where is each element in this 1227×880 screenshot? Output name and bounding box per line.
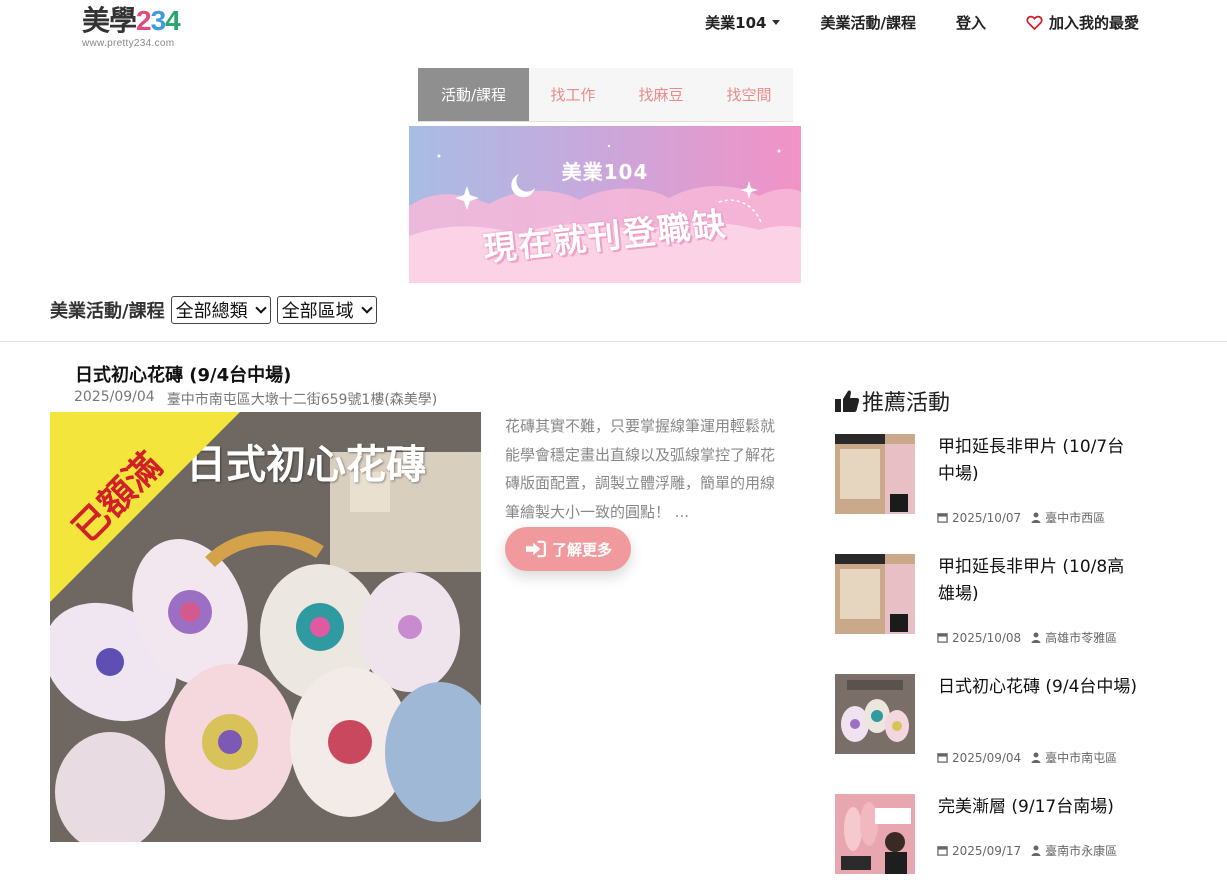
calendar-icon: [937, 846, 948, 856]
recommended-location: 臺南市永康區: [1045, 844, 1118, 858]
tab-spaces[interactable]: 找空間: [705, 68, 793, 121]
recommended-date: 2025/10/08: [952, 630, 1022, 645]
category-select-value: 全部總類: [175, 301, 248, 322]
nav-jobs-dropdown[interactable]: 美業104: [705, 12, 781, 33]
user-icon: [1031, 845, 1041, 856]
nav-login-link[interactable]: 登入: [956, 12, 986, 33]
logo-text-main: 美學: [82, 5, 137, 36]
recommended-item[interactable]: 甲扣延長非甲片 (10/8高雄場) 2025/10/08 高雄市苓雅區: [835, 554, 1165, 645]
logo-url: www.pretty234.com: [82, 38, 175, 49]
tab-models[interactable]: 找麻豆: [617, 68, 705, 121]
filter-bar: 美業活動/課程 全部總類 全部區域: [50, 296, 377, 324]
article-image[interactable]: 日式初心花磚 已額滿: [50, 412, 481, 842]
logo-digit-4: 4: [165, 5, 181, 36]
user-icon: [1031, 632, 1041, 643]
article-description: 花磚其實不難，只要掌握線筆運用輕鬆就能學會穩定畫出直線以及弧線掌控了解花磚版面配…: [505, 417, 776, 521]
recommended-meta: 2025/10/08 高雄市苓雅區: [937, 629, 1117, 646]
chevron-down-icon: [360, 302, 373, 314]
sign-in-arrow-icon: [525, 540, 546, 558]
category-select[interactable]: 全部總類: [170, 296, 271, 324]
article-title[interactable]: 日式初心花磚 (9/4台中場): [75, 361, 291, 387]
article-location: 臺中市南屯區大墩十二街659號1樓(森美學): [166, 392, 438, 408]
recommended-title[interactable]: 甲扣延長非甲片 (10/7台中場): [938, 434, 1138, 488]
sold-out-ribbon: 已額滿: [50, 412, 240, 602]
user-icon: [1031, 752, 1041, 763]
logo-mark: 美學234: [82, 6, 192, 36]
tab-events[interactable]: 活動/課程: [418, 68, 529, 121]
read-more-label: 了解更多: [551, 540, 612, 559]
promo-banner[interactable]: 美業104 現在就刊登職缺: [409, 126, 801, 283]
calendar-icon: [937, 753, 948, 763]
recommended-item[interactable]: 甲扣延長非甲片 (10/7台中場) 2025/10/07 臺中市西區: [835, 434, 1165, 525]
recommended-thumb[interactable]: [835, 434, 915, 514]
calendar-icon: [937, 513, 948, 523]
caret-down-icon: [772, 20, 781, 25]
article-meta: 2025/09/04 臺中市南屯區大墩十二街659號1樓(森美學): [74, 389, 437, 409]
recommended-thumb[interactable]: [835, 554, 915, 634]
region-select-value: 全部區域: [281, 301, 354, 322]
nav-events-label: 美業活動/課程: [820, 14, 916, 32]
recommended-thumb[interactable]: [835, 674, 915, 754]
chevron-down-icon: [254, 302, 267, 314]
nav-favorite-link[interactable]: 加入我的最愛: [1026, 12, 1139, 33]
recommended-meta: 2025/09/04 臺中市南屯區: [937, 749, 1117, 766]
read-more-button[interactable]: 了解更多: [505, 527, 631, 571]
user-icon: [1031, 512, 1041, 523]
heart-icon: [1026, 15, 1043, 30]
recommended-location: 臺中市西區: [1045, 511, 1106, 525]
recommended-title[interactable]: 完美漸層 (9/17台南場): [938, 794, 1138, 821]
recommended-heading: 推薦活動: [834, 385, 950, 417]
recommended-heading-label: 推薦活動: [862, 391, 951, 416]
recommended-date: 2025/09/17: [952, 843, 1022, 858]
nav-login-label: 登入: [955, 14, 986, 32]
article-date: 2025/09/04: [74, 389, 155, 405]
banner-subtitle: 美業104: [561, 160, 649, 184]
recommended-title[interactable]: 日式初心花磚 (9/4台中場): [938, 674, 1138, 701]
recommended-date: 2025/09/04: [952, 750, 1022, 765]
nav-jobs-label: 美業104: [705, 14, 767, 32]
site-logo[interactable]: 美學234 www.pretty234.com: [82, 6, 192, 52]
filter-label: 美業活動/課程: [50, 301, 165, 322]
recommended-thumb[interactable]: [835, 794, 915, 874]
top-nav: 美業104 美業活動/課程 登入 加入我的最愛: [705, 12, 1139, 33]
nav-events-link[interactable]: 美業活動/課程: [820, 12, 915, 33]
recommended-location: 高雄市苓雅區: [1045, 631, 1118, 645]
category-tabs: 活動/課程 找工作 找麻豆 找空間: [418, 68, 793, 122]
logo-digit-2: 2: [136, 5, 152, 36]
calendar-icon: [937, 633, 948, 643]
recommended-date: 2025/10/07: [952, 510, 1022, 525]
recommended-item[interactable]: 日式初心花磚 (9/4台中場) 2025/09/04 臺中市南屯區: [835, 674, 1165, 765]
recommended-meta: 2025/10/07 臺中市西區: [937, 509, 1105, 526]
nav-favorite-label: 加入我的最愛: [1048, 14, 1139, 32]
recommended-meta: 2025/09/17 臺南市永康區: [937, 842, 1117, 859]
section-divider: [0, 341, 1227, 342]
logo-digit-3: 3: [150, 5, 167, 36]
region-select[interactable]: 全部區域: [276, 296, 377, 324]
recommended-title[interactable]: 甲扣延長非甲片 (10/8高雄場): [938, 554, 1138, 608]
thumbs-up-icon: [835, 390, 860, 412]
recommended-item[interactable]: 完美漸層 (9/17台南場) 2025/09/17 臺南市永康區: [835, 794, 1165, 876]
tab-jobs[interactable]: 找工作: [529, 68, 617, 121]
recommended-location: 臺中市南屯區: [1045, 751, 1118, 765]
